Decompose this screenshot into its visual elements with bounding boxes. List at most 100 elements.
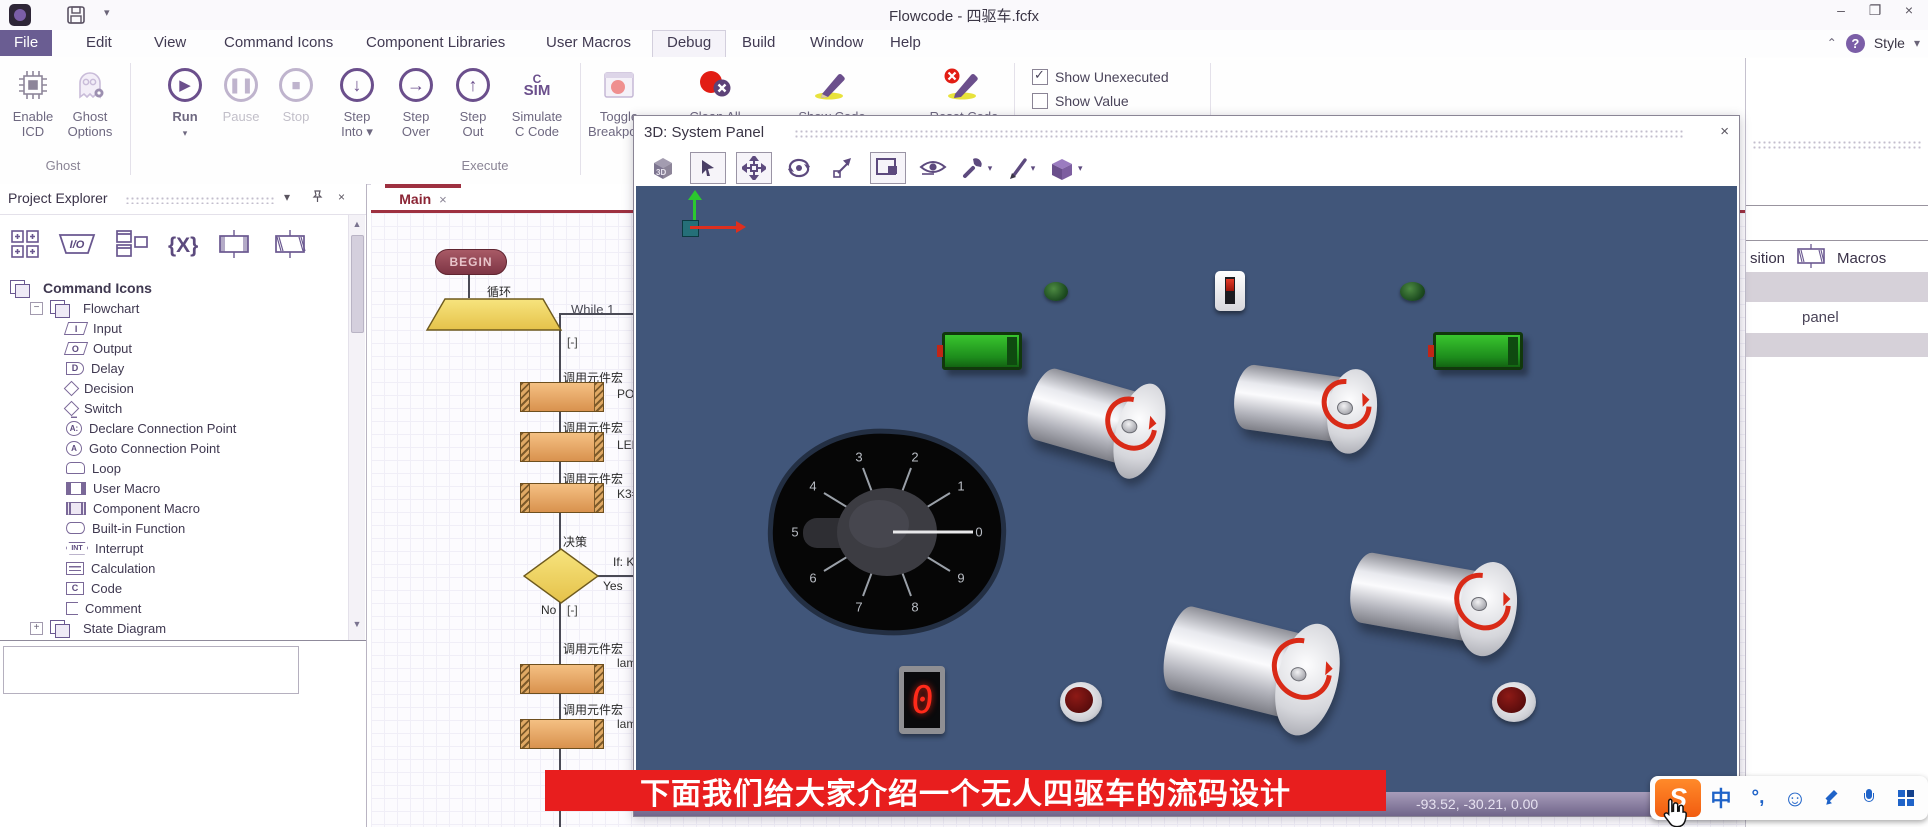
tree-item[interactable]: Output	[0, 338, 348, 358]
windows-icon[interactable]	[114, 229, 152, 264]
panel-menu-caret-icon[interactable]: ▾	[284, 190, 290, 204]
motor-component[interactable]	[1016, 348, 1185, 492]
tree-item[interactable]: Component Macro	[0, 498, 348, 518]
step-into-button[interactable]: ↓ Step Into ▾	[330, 62, 384, 139]
3d-box-icon[interactable]: ▾	[1048, 153, 1083, 183]
3d-system-panel-window[interactable]: 3D: System Panel × 3D	[633, 115, 1740, 817]
enable-icd-button[interactable]: Enable ICD	[6, 62, 60, 139]
tree-item[interactable]: − Flowchart	[0, 298, 348, 318]
menu-component-libraries[interactable]: Component Libraries	[352, 30, 519, 56]
while-loop-node[interactable]	[425, 298, 563, 332]
menu-window[interactable]: Window	[796, 30, 877, 56]
help-icon[interactable]: ?	[1846, 34, 1865, 53]
menu-build[interactable]: Build	[728, 30, 789, 56]
component-macro-node[interactable]	[520, 719, 604, 749]
menu-view[interactable]: View	[140, 30, 200, 56]
component-macro-node[interactable]	[520, 483, 604, 513]
tree-item[interactable]: Decision	[0, 378, 348, 398]
wheel-component[interactable]	[1060, 682, 1102, 722]
motor-component[interactable]	[1342, 533, 1536, 667]
panel-close-icon[interactable]: ×	[338, 190, 345, 204]
table-row[interactable]: panel	[1746, 302, 1928, 333]
simulate-c-code-button[interactable]: C SIM Simulate C Code	[504, 62, 570, 139]
brush-icon[interactable]: ▾	[1004, 153, 1038, 183]
drag-handle[interactable]	[794, 129, 1684, 138]
project-explorer-header[interactable]: Project Explorer ▾ ×	[0, 184, 366, 215]
style-menu[interactable]: Style	[1874, 35, 1905, 51]
stop-button[interactable]: ■ Stop	[272, 62, 320, 124]
minimize-button[interactable]: –	[1826, 2, 1856, 18]
menu-debug[interactable]: Debug	[652, 30, 726, 58]
tree-item[interactable]: Delay	[0, 358, 348, 378]
menu-user-macros[interactable]: User Macros	[532, 30, 645, 56]
component-macro-node[interactable]	[520, 382, 604, 412]
component-macro-node[interactable]	[520, 664, 604, 694]
tree-item[interactable]: Comment	[0, 598, 348, 618]
restore-button[interactable]: ❐	[1860, 2, 1890, 19]
menu-help[interactable]: Help	[876, 30, 935, 56]
keyboard-grid-icon[interactable]	[1891, 776, 1921, 820]
motor-component[interactable]	[1228, 348, 1392, 463]
language-toggle-icon[interactable]: 中	[1706, 776, 1736, 820]
user-macro-icon[interactable]	[214, 230, 254, 263]
menu-file[interactable]: File	[0, 30, 52, 56]
step-out-button[interactable]: ↑ Step Out	[448, 62, 498, 139]
led-component[interactable]	[1400, 282, 1425, 301]
tree-item[interactable]: Loop	[0, 458, 348, 478]
table-row[interactable]	[1746, 333, 1928, 357]
ribbon-collapse-icon[interactable]: ⌃	[1827, 36, 1837, 50]
close-button[interactable]: ×	[1894, 2, 1924, 18]
tree-item[interactable]: User Macro	[0, 478, 348, 498]
toggle-switch-component[interactable]	[1215, 271, 1245, 311]
scroll-down-icon[interactable]: ▼	[349, 616, 365, 632]
io-icon[interactable]: I/O	[56, 231, 98, 262]
tree-item[interactable]: Built-in Function	[0, 518, 348, 538]
tree-expander-icon[interactable]: −	[30, 302, 43, 315]
pause-button[interactable]: ❚❚ Pause	[214, 62, 268, 124]
wheel-component[interactable]	[1492, 682, 1536, 722]
component-macro-icon[interactable]	[270, 230, 310, 263]
select-mode-button[interactable]	[690, 152, 726, 184]
pin-icon[interactable]	[312, 190, 323, 206]
pan-mode-button[interactable]	[736, 152, 772, 184]
table-row[interactable]	[1746, 272, 1928, 302]
collapse-marker[interactable]: [-]	[567, 335, 578, 349]
3d-panel-close-icon[interactable]: ×	[1720, 123, 1729, 140]
tab-main[interactable]: Main ×	[385, 184, 461, 210]
resize-button[interactable]	[826, 153, 860, 183]
grid-plus-icon[interactable]	[10, 229, 40, 264]
tree-scrollbar[interactable]: ▲ ▼	[348, 215, 365, 640]
show-value-checkbox[interactable]: Show Value	[1032, 93, 1129, 109]
drag-handle[interactable]	[125, 196, 275, 204]
motor-component[interactable]	[1152, 583, 1363, 750]
rotary-switch-component[interactable]: 0123456789	[773, 434, 1001, 630]
braces-x-icon[interactable]: {X}	[168, 234, 198, 258]
menu-command-ic ons[interactable]: Command Icons	[210, 30, 347, 56]
menu-edit[interactable]: Edit	[72, 30, 126, 56]
sogou-ime-toolbar[interactable]: S 中 °, ☺	[1650, 776, 1928, 820]
tree-item[interactable]: Command Icons	[0, 278, 348, 298]
begin-node[interactable]: BEGIN	[435, 249, 507, 275]
screenshot-button[interactable]	[870, 152, 906, 184]
collapse-marker[interactable]: [-]	[567, 603, 578, 617]
tree-item[interactable]: Input	[0, 318, 348, 338]
punctuation-toggle-icon[interactable]: °,	[1743, 776, 1773, 820]
3d-panel-title-bar[interactable]: 3D: System Panel ×	[634, 116, 1739, 150]
battery-component[interactable]	[1433, 332, 1523, 370]
seven-segment-display[interactable]: 0	[899, 666, 945, 734]
rotate-view-button[interactable]	[782, 153, 816, 183]
run-button[interactable]: ▶ Run ▾	[160, 62, 210, 141]
tree-item[interactable]: Code	[0, 578, 348, 598]
scroll-up-icon[interactable]: ▲	[349, 216, 365, 232]
component-macro-node[interactable]	[520, 432, 604, 462]
tree-item[interactable]: + State Diagram	[0, 618, 348, 638]
tree-expander-icon[interactable]: +	[30, 622, 43, 635]
tree-item[interactable]: Calculation	[0, 558, 348, 578]
microphone-icon[interactable]	[1854, 776, 1884, 820]
handwriting-icon[interactable]	[1817, 776, 1847, 820]
scrollbar-thumb[interactable]	[351, 235, 364, 333]
show-unexecuted-checkbox[interactable]: Show Unexecuted	[1032, 69, 1169, 85]
led-component[interactable]	[1044, 282, 1068, 301]
tree-item[interactable]: Goto Connection Point	[0, 438, 348, 458]
decision-node[interactable]	[523, 548, 599, 604]
